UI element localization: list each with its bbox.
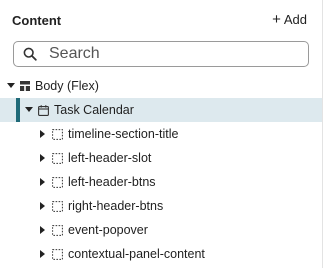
- dashed-box-icon: [51, 176, 63, 188]
- tree-row-label: contextual-panel-content: [68, 247, 205, 261]
- tree-row-child[interactable]: left-header-slot: [0, 146, 322, 170]
- tree-row-label: right-header-btns: [68, 199, 164, 213]
- caret-right-icon[interactable]: [38, 249, 48, 259]
- caret-right-icon[interactable]: [38, 153, 48, 163]
- panel-header: Content + Add: [0, 0, 322, 38]
- tree-row-label: event-popover: [68, 223, 148, 237]
- dashed-box-icon: [51, 224, 63, 236]
- plus-icon: +: [272, 11, 281, 28]
- dashed-box-icon: [51, 152, 63, 164]
- tree-row-label: Body (Flex): [35, 79, 99, 93]
- tree-row-child[interactable]: timeline-section-title: [0, 122, 322, 146]
- tree-row-child[interactable]: right-header-btns: [0, 194, 322, 218]
- tree-row-child[interactable]: contextual-panel-content: [0, 242, 322, 266]
- panel-title: Content: [12, 13, 62, 28]
- add-button[interactable]: + Add: [272, 12, 307, 27]
- caret-down-icon[interactable]: [24, 105, 34, 115]
- tree-row-task-calendar[interactable]: Task Calendar: [0, 98, 322, 122]
- layer-tree: Body (Flex) Task Calendar timeline-secti…: [0, 74, 322, 266]
- caret-right-icon[interactable]: [38, 225, 48, 235]
- caret-right-icon[interactable]: [38, 201, 48, 211]
- caret-right-icon[interactable]: [38, 177, 48, 187]
- caret-right-icon[interactable]: [38, 129, 48, 139]
- add-button-label: Add: [283, 12, 307, 27]
- tree-row-label: Task Calendar: [54, 103, 134, 117]
- tree-row-body[interactable]: Body (Flex): [0, 74, 322, 98]
- content-panel: Content + Add Body (Flex): [0, 0, 323, 268]
- tree-row-child[interactable]: event-popover: [0, 218, 322, 242]
- calendar-icon: [37, 104, 49, 116]
- search-icon: [23, 47, 37, 61]
- dashed-box-icon: [51, 248, 63, 260]
- flex-layout-icon: [19, 81, 31, 91]
- caret-down-icon[interactable]: [6, 81, 16, 91]
- tree-row-child[interactable]: left-header-btns: [0, 170, 322, 194]
- search-input[interactable]: [49, 45, 289, 63]
- tree-row-label: left-header-btns: [68, 175, 156, 189]
- search-box[interactable]: [13, 41, 309, 67]
- dashed-box-icon: [51, 200, 63, 212]
- tree-row-label: timeline-section-title: [68, 127, 179, 141]
- tree-row-label: left-header-slot: [68, 151, 152, 165]
- dashed-box-icon: [51, 128, 63, 140]
